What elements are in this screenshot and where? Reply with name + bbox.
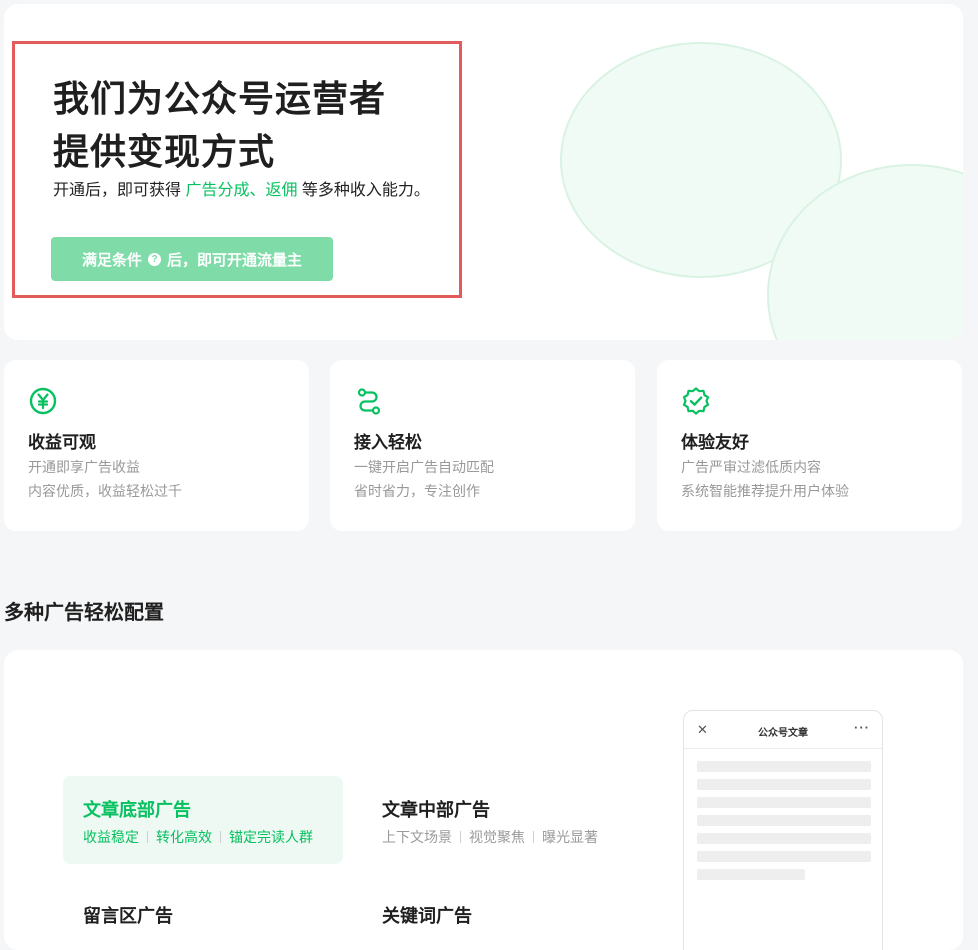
content-placeholder-line: [697, 779, 871, 790]
content-placeholder-line: [697, 797, 871, 808]
tag-divider: [533, 831, 534, 843]
preview-header: ✕ 公众号文章 ···: [684, 711, 882, 749]
more-dots-icon: ···: [854, 720, 870, 735]
feature-line: 开通即享广告收益: [28, 459, 140, 475]
ad-type-title: 关键词广告: [382, 906, 472, 926]
hero-desc-highlight: 广告分成、返佣: [185, 182, 298, 199]
ad-type-tags: 上下文场景 视觉聚焦 曝光显著: [382, 827, 598, 847]
article-preview-phone: ✕ 公众号文章 ···: [683, 710, 883, 950]
question-circle-icon[interactable]: ?: [148, 252, 161, 266]
hero-banner: 我们为公众号运营者 提供变现方式 开通后，即可获得 广告分成、返佣 等多种收入能…: [4, 4, 963, 340]
ad-type-bottom[interactable]: 文章底部广告 收益稳定 转化高效 锚定完读人群: [63, 776, 343, 864]
feature-title: 接入轻松: [354, 433, 422, 452]
ad-tag: 锚定完读人群: [229, 829, 313, 845]
content-placeholder-line: [697, 851, 871, 862]
hero-title-line: 我们为公众号运营者: [53, 78, 387, 119]
tag-divider: [460, 831, 461, 843]
hero-highlight-box: 我们为公众号运营者 提供变现方式 开通后，即可获得 广告分成、返佣 等多种收入能…: [12, 41, 462, 298]
hero-desc-prefix: 开通后，即可获得: [53, 182, 186, 199]
ad-types-panel: 文章底部广告 收益稳定 转化高效 锚定完读人群 文章中部广告 上下文场景 视觉聚焦 曝光…: [4, 650, 963, 950]
ad-type-middle[interactable]: 文章中部广告 上下文场景 视觉聚焦 曝光显著: [362, 776, 642, 864]
hero-title: 我们为公众号运营者 提供变现方式: [53, 72, 453, 178]
ad-tag: 视觉聚焦: [469, 829, 525, 845]
route-connect-icon: [357, 388, 381, 415]
ad-type-title: 文章中部广告: [382, 800, 490, 820]
preview-title: 公众号文章: [758, 728, 808, 739]
content-placeholder-line: [697, 869, 805, 880]
feature-line: 广告严审过滤低质内容: [681, 459, 821, 475]
ad-tag: 收益稳定: [83, 829, 139, 845]
feature-line: 系统智能推荐提升用户体验: [681, 483, 849, 499]
badge-check-icon: [682, 387, 710, 415]
content-placeholder-line: [697, 833, 871, 844]
ad-type-comment[interactable]: 留言区广告: [63, 882, 343, 950]
yuan-circle-icon: [29, 387, 57, 415]
feature-card-easy: 接入轻松 一键开启广告自动匹配 省时省力，专注创作: [330, 360, 635, 531]
feature-title: 体验友好: [681, 433, 749, 452]
tag-divider: [147, 831, 148, 843]
ad-type-tags: 收益稳定 转化高效 锚定完读人群: [83, 827, 313, 847]
content-placeholder-line: [697, 815, 871, 826]
feature-card-revenue: 收益可观 开通即享广告收益 内容优质，收益轻松过千: [4, 360, 309, 531]
ad-tag: 转化高效: [156, 829, 212, 845]
tag-divider: [220, 831, 221, 843]
ad-type-keyword[interactable]: 关键词广告: [362, 882, 642, 950]
feature-line: 一键开启广告自动匹配: [354, 459, 494, 475]
button-label-suffix: 后，即可开通流量主: [167, 251, 303, 269]
feature-line: 省时省力，专注创作: [354, 483, 480, 499]
feature-card-experience: 体验友好 广告严审过滤低质内容 系统智能推荐提升用户体验: [657, 360, 962, 531]
button-label-prefix: 满足条件: [81, 251, 142, 269]
content-placeholder-line: [697, 761, 871, 772]
hero-title-line: 提供变现方式: [53, 131, 276, 172]
feature-title: 收益可观: [28, 433, 96, 452]
ad-tag: 曝光显著: [542, 829, 598, 845]
hero-description: 开通后，即可获得 广告分成、返佣 等多种收入能力。: [53, 180, 430, 202]
ad-type-title: 留言区广告: [83, 906, 173, 926]
open-traffic-owner-button[interactable]: 满足条件 ? 后，即可开通流量主: [51, 237, 333, 281]
ad-tag: 上下文场景: [382, 829, 452, 845]
hero-desc-suffix: 等多种收入能力。: [297, 182, 430, 199]
feature-line: 内容优质，收益轻松过千: [28, 483, 182, 499]
ad-type-title: 文章底部广告: [83, 800, 191, 820]
section-title: 多种广告轻松配置: [4, 602, 164, 624]
